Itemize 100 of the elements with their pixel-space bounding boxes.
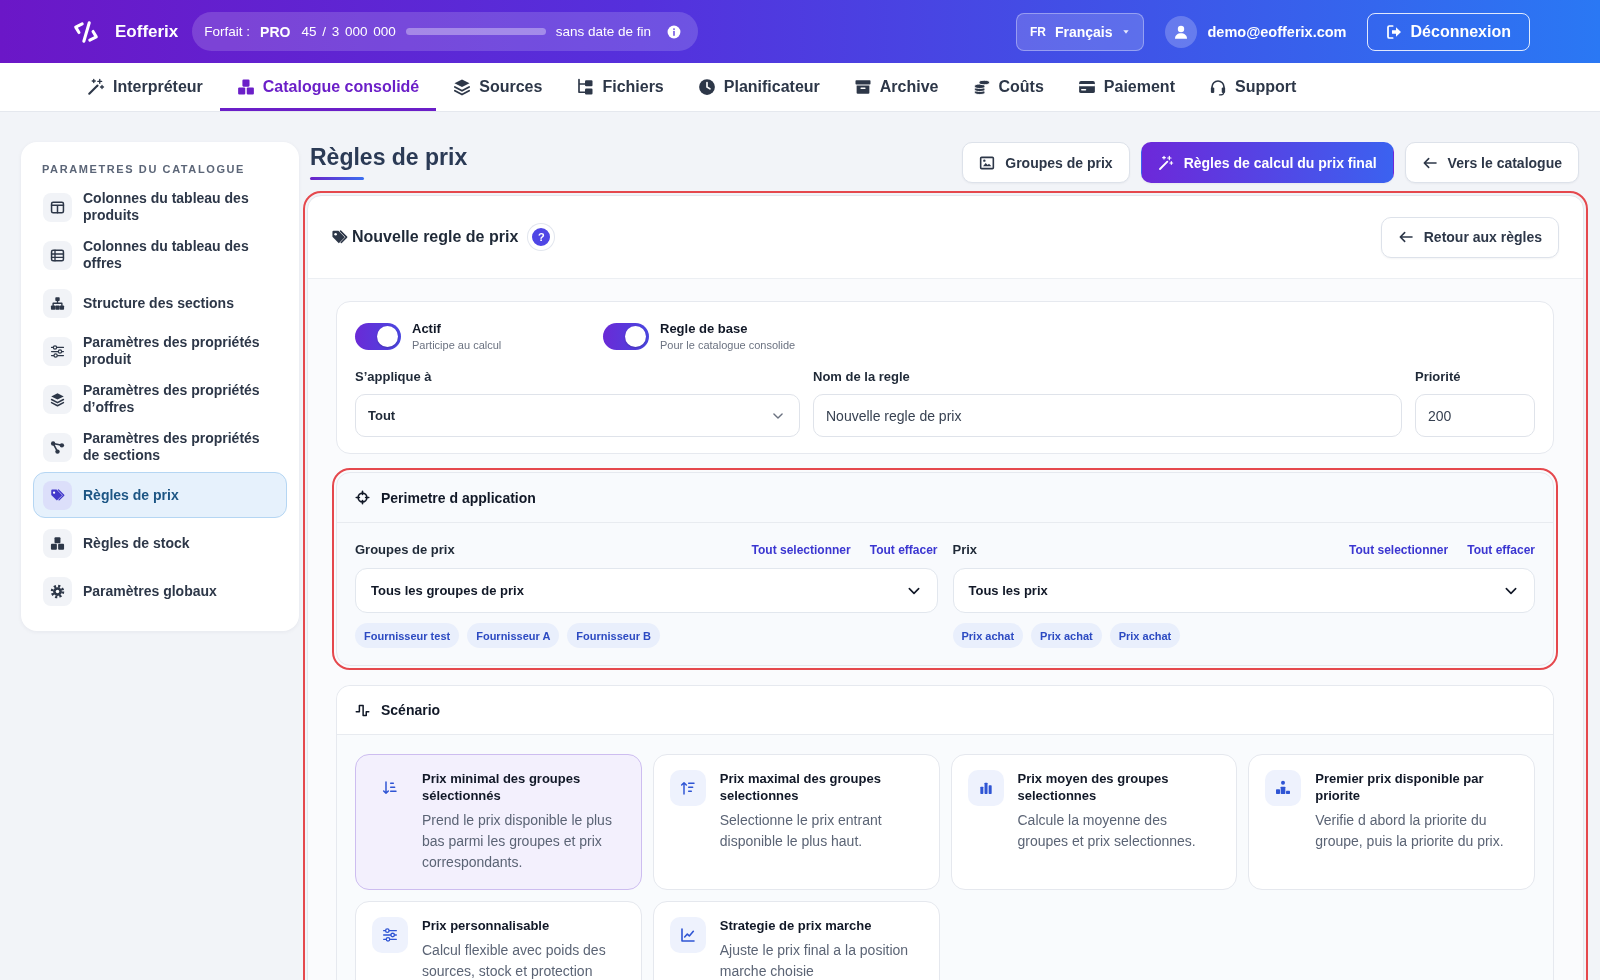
toggle-switch[interactable] (355, 322, 401, 350)
credit-card-icon (1077, 78, 1096, 96)
user-avatar-icon (1165, 15, 1198, 48)
option-title: Strategie de prix marche (719, 917, 873, 934)
sidebar-item[interactable]: Règles de stock (33, 520, 287, 566)
brand-name: Eofferix (115, 21, 179, 42)
sidebar-item[interactable]: Paramètres des propriétés d’offres (33, 376, 287, 422)
filter-tag: Prix achat (1109, 623, 1181, 648)
plan-label: Forfait : (204, 24, 251, 39)
toggle-label: Regle de base (660, 321, 749, 336)
wand-icon (87, 78, 105, 96)
nav-tab[interactable]: Catalogue consolidé (219, 63, 437, 111)
option-description: Calcule la moyenne des groupes et prix selectionnes. (1017, 811, 1197, 851)
boxes-icon (43, 528, 72, 558)
clock-icon (697, 78, 716, 96)
option-title: Prix moyen des groupes selectionnes (1017, 770, 1170, 804)
sidebar-item[interactable]: Colonnes du tableau des offres (33, 232, 287, 278)
sidebar-item[interactable]: Paramètres des propriétés produit (33, 328, 287, 374)
nav-tab[interactable]: Interpréteur (70, 63, 220, 111)
option-description: Ajuste le prix final a la position marche choisie (719, 941, 910, 980)
clear-all-link[interactable]: Tout effacer (869, 542, 938, 557)
scenario-option[interactable]: Prix maximal des groupes selectionnes Selectionne le prix entrant disponible le plus haut. (652, 754, 940, 890)
scope-select[interactable]: Tous les prix (952, 568, 1535, 613)
nav-tab[interactable]: Paiement (1060, 63, 1192, 111)
table-icon (43, 240, 72, 270)
sidebar-item[interactable]: Structure des sections (33, 280, 287, 326)
user-email: demo@eofferix.com (1207, 23, 1347, 40)
tags-icon (331, 228, 348, 246)
toggle-label: Actif (412, 321, 442, 336)
folder-tree-icon (576, 78, 595, 96)
logo-icon (71, 18, 101, 45)
logout-icon (1385, 23, 1402, 40)
scope-select[interactable]: Tous les groupes de prix (355, 568, 938, 613)
field-label: Nom de la regle (813, 369, 911, 384)
field-label: Priorité (1415, 369, 1462, 384)
wand-icon (1157, 154, 1174, 171)
tags-icon (43, 480, 72, 510)
option-title: Premier prix disponible par priorite (1315, 770, 1485, 804)
section-title: Perimetre d application (381, 489, 536, 506)
filter-tag: Prix achat (1031, 623, 1102, 648)
plan-expiry: sans date de fin (555, 24, 652, 39)
toolbar-button[interactable]: Règles de calcul du prix final (1140, 142, 1394, 183)
toolbar-button[interactable]: Groupes de prix (962, 142, 1130, 183)
select-all-link[interactable]: Tout selectionner (751, 542, 851, 557)
sidebar-heading: PARAMETRES DU CATALOGUE (41, 163, 247, 175)
crosshair-icon (355, 490, 370, 505)
archive-box-icon (853, 78, 872, 96)
sort-up-icon (669, 770, 706, 806)
field-label: Prix (952, 542, 978, 557)
section-title: Scénario (381, 702, 441, 718)
arrow-left-icon (1397, 229, 1414, 245)
scenario-option[interactable]: Prix minimal des groupes sélectionnés Prend le prix disponible le plus bas parmi les groupes et prix correspondants. (355, 754, 642, 890)
plan-usage: 45 / 3 000 000 (301, 24, 396, 39)
sidebar-item[interactable]: Paramètres globaux (33, 568, 287, 614)
option-title: Prix personnalisable (422, 917, 551, 934)
sitemap-icon (43, 288, 72, 318)
scenario-option[interactable]: Prix moyen des groupes selectionnes Calcule la moyenne des groupes et prix selectionnes. (950, 754, 1238, 890)
scenario-option[interactable]: Strategie de prix marche Ajuste le prix final a la position marche choisie (652, 901, 940, 980)
image-icon (979, 154, 996, 171)
language-selector[interactable]: FR Français (1015, 12, 1145, 51)
headset-icon (1208, 78, 1227, 96)
text-input[interactable]: 200 (1415, 394, 1535, 437)
nav-tab[interactable]: Coûts (955, 63, 1061, 111)
toggle-switch[interactable] (603, 322, 649, 350)
logout-button[interactable]: Déconnexion (1366, 12, 1530, 51)
option-title: Prix minimal des groupes sélectionnés (422, 770, 582, 804)
toolbar-button[interactable]: Vers le catalogue (1404, 142, 1579, 183)
caret-icon (1122, 27, 1131, 36)
scenario-option[interactable]: Premier prix disponible par priorite Verifie d abord la priorite du groupe, puis la priorite du prix. (1248, 754, 1535, 890)
option-description: Verifie d abord la priorite du groupe, puis la priorite du prix. (1315, 811, 1505, 851)
podium-icon (1265, 770, 1302, 806)
nav-tab[interactable]: Fichiers (559, 63, 681, 111)
sliders-icon (43, 336, 72, 366)
sliders-icon (372, 917, 408, 953)
option-description: Selectionne le prix entrant disponible le plus haut. (719, 811, 883, 851)
info-icon (667, 24, 682, 39)
text-input[interactable]: Nouvelle regle de prix (813, 394, 1402, 437)
clear-all-link[interactable]: Tout effacer (1467, 542, 1535, 557)
nav-tab[interactable]: Planificateur (680, 63, 837, 111)
sidebar-item[interactable]: Paramètres des propriétés de sections (33, 424, 287, 470)
select-all-link[interactable]: Tout selectionner (1349, 542, 1449, 557)
toggle-hint: Pour le catalogue consolide (660, 339, 796, 351)
filter-tag: Prix achat (952, 623, 1024, 648)
nav-tab[interactable]: Sources (436, 63, 560, 111)
step-wave-icon (355, 702, 370, 718)
layers-icon (453, 78, 472, 96)
sidebar-item[interactable]: Règles de prix (33, 472, 287, 518)
help-button[interactable]: ? (528, 224, 555, 250)
nav-tab[interactable]: Archive (836, 63, 956, 111)
plan-name: PRO (260, 23, 291, 40)
field-label: S’applique à (355, 369, 433, 384)
scenario-option[interactable]: Prix personnalisable Calcul flexible avec poids des sources, stock et protection (355, 901, 642, 980)
nav-tab[interactable]: Support (1191, 63, 1314, 111)
sidebar-item[interactable]: Colonnes du tableau des produits (33, 184, 287, 230)
boxes-icon (236, 78, 255, 96)
line-chart-icon (669, 917, 706, 953)
field-label: Groupes de prix (355, 542, 455, 557)
applies-to-select[interactable]: Tout (355, 394, 800, 437)
back-button[interactable]: Retour aux règles (1380, 216, 1559, 258)
page-title: Règles de prix (310, 143, 468, 172)
